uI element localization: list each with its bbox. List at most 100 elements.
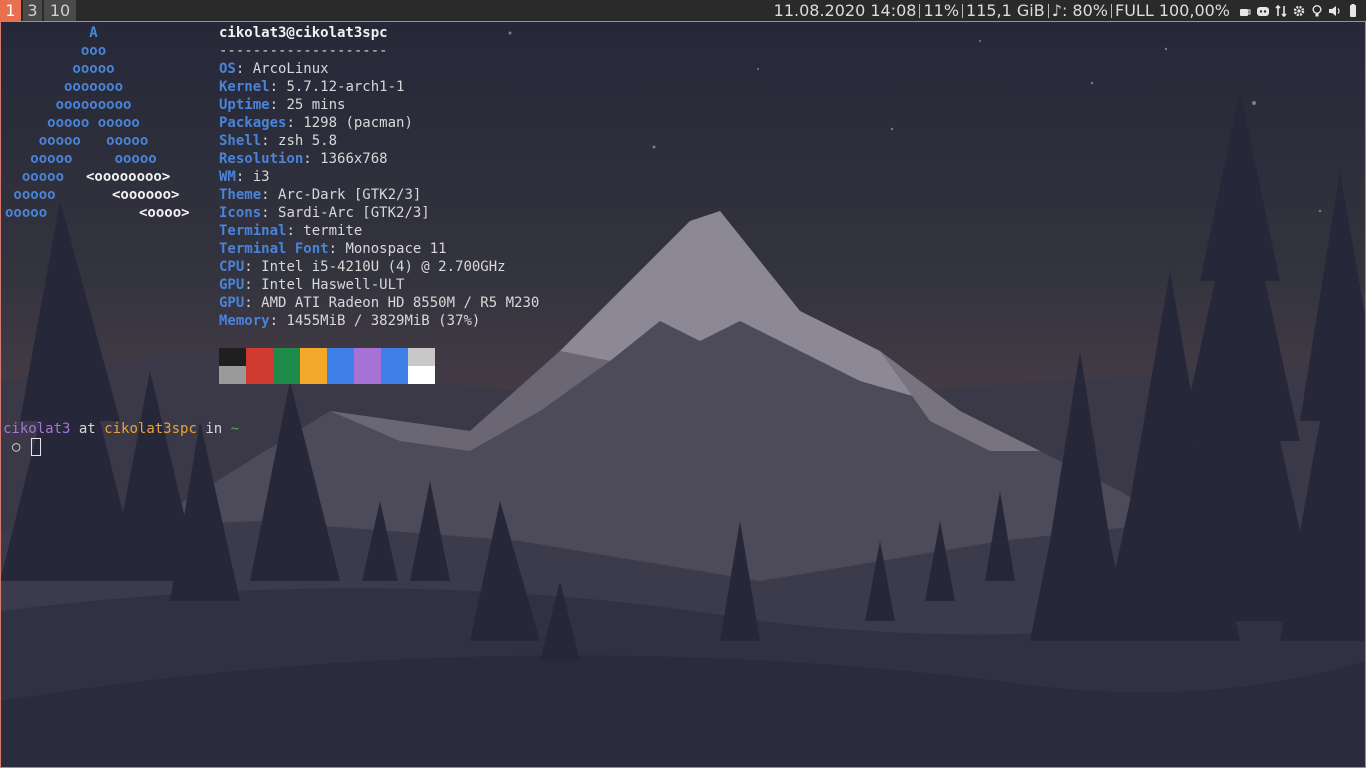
ascii-logo-line: ooooo: [5, 205, 132, 221]
info-key: Memory: [219, 313, 270, 329]
info-value: 5.7.12-arch1-1: [286, 79, 405, 95]
palette-swatch: [327, 366, 354, 384]
info-row-kernel: Kernel: 5.7.12-arch1-1: [219, 79, 405, 95]
info-value: Monospace 11: [345, 241, 447, 257]
info-value: i3: [252, 169, 270, 185]
header-separator: --------------------: [219, 43, 388, 59]
palette-swatch: [381, 366, 408, 384]
datetime-status: 11.08.2020 14:08: [773, 1, 917, 20]
info-value: zsh 5.8: [278, 133, 338, 149]
prompt-at: at: [78, 421, 96, 437]
shell-prompt: cikolat3 at cikolat3spc in ~: [3, 420, 239, 438]
prompt-symbol: ○: [12, 439, 21, 455]
lightbulb-icon[interactable]: [1310, 4, 1324, 18]
battery-icon[interactable]: [1346, 3, 1360, 18]
info-value: 25 mins: [286, 97, 346, 113]
info-row-terminal: Terminal: termite: [219, 223, 363, 239]
status-bar: 11.08.2020 14:08 11% 115,1 GiB ♪: 80% FU…: [774, 0, 1360, 21]
ascii-logo-line: ooooo ooooo: [5, 115, 140, 131]
prompt-in: in: [205, 421, 223, 437]
battery-status: FULL 100,00%: [1114, 1, 1230, 20]
ascii-logo-line: ooo: [5, 43, 107, 59]
disk-status: 115,1 GiB: [966, 1, 1045, 20]
info-value: 1366x768: [320, 151, 388, 167]
info-value: Sardi-Arc [GTK2/3]: [278, 205, 430, 221]
info-row-gpu: GPU: Intel Haswell-ULT: [219, 277, 405, 293]
info-key: Icons: [219, 205, 262, 221]
palette-swatch: [354, 366, 381, 384]
ascii-logo-line: ooooo ooooo: [5, 151, 157, 167]
info-key: WM: [219, 169, 236, 185]
color-palette: [219, 348, 435, 384]
info-row-icons: Icons: Sardi-Arc [GTK2/3]: [219, 205, 430, 221]
workspace-10-button[interactable]: 10: [44, 0, 76, 21]
info-value: ArcoLinux: [252, 61, 329, 77]
palette-swatch: [273, 348, 300, 366]
ascii-logo-accent: <oooo>: [139, 205, 190, 221]
palette-swatch: [381, 348, 408, 366]
ascii-logo-line: ooooo: [5, 61, 115, 77]
info-key: Uptime: [219, 97, 270, 113]
separator: [919, 3, 921, 18]
info-key: CPU: [219, 259, 245, 275]
ascii-logo-accent: <oooooooo>: [86, 169, 171, 185]
info-value: 1455MiB / 3829MiB (37%): [286, 313, 481, 329]
info-row-cpu: CPU: Intel i5-4210U (4) @ 2.700GHz: [219, 259, 506, 275]
info-key: OS: [219, 61, 236, 77]
info-value: AMD ATI Radeon HD 8550M / R5 M230: [261, 295, 540, 311]
palette-swatch: [408, 348, 435, 366]
terminal-cursor[interactable]: [31, 438, 41, 456]
separator: [1110, 3, 1112, 18]
ascii-logo-line: ooooooooo: [5, 97, 132, 113]
discord-icon[interactable]: [1256, 4, 1270, 18]
ascii-logo-line: ooooo: [5, 187, 115, 203]
info-row-wm: WM: i3: [219, 169, 270, 185]
cpu-status: 11%: [923, 1, 960, 20]
info-key: Terminal: [219, 223, 287, 239]
gear-icon[interactable]: [1292, 4, 1306, 18]
info-value: Intel Haswell-ULT: [261, 277, 405, 293]
palette-swatch: [354, 348, 381, 366]
info-value: 1298 (pacman): [303, 115, 413, 131]
ascii-logo-accent: <oooooo>: [112, 187, 180, 203]
info-row-memory: Memory: 1455MiB / 3829MiB (37%): [219, 313, 481, 329]
info-row-gpu: GPU: AMD ATI Radeon HD 8550M / R5 M230: [219, 295, 540, 311]
info-key: Terminal Font: [219, 241, 329, 257]
info-key: Kernel: [219, 79, 270, 95]
info-key: GPU: [219, 295, 245, 311]
prompt-dir: ~: [230, 421, 240, 437]
palette-swatch: [273, 366, 300, 384]
prompt-host: cikolat3spc: [104, 421, 197, 437]
network-transfer-icon[interactable]: [1274, 4, 1288, 18]
workspace-1-button[interactable]: 1: [0, 0, 21, 21]
info-value: termite: [303, 223, 363, 239]
top-bar: 1 3 10 11.08.2020 14:08 11% 115,1 GiB ♪:…: [0, 0, 1366, 21]
palette-swatch: [219, 366, 246, 384]
info-value: Arc-Dark [GTK2/3]: [278, 187, 422, 203]
palette-swatch: [246, 366, 273, 384]
workspace-3-button[interactable]: 3: [23, 0, 42, 21]
info-row-terminal-font: Terminal Font: Monospace 11: [219, 241, 447, 257]
info-key: Resolution: [219, 151, 304, 167]
volume-icon[interactable]: [1328, 4, 1342, 18]
info-key: Packages: [219, 115, 287, 131]
terminal-window[interactable]: A ooo ooooo ooooooo ooooooooo ooooo oooo…: [0, 21, 1366, 768]
info-key: GPU: [219, 277, 245, 293]
palette-swatch: [300, 366, 327, 384]
coffee-icon[interactable]: [1238, 4, 1252, 18]
separator: [962, 3, 964, 18]
info-row-os: OS: ArcoLinux: [219, 61, 329, 77]
ascii-logo-line: A: [5, 25, 98, 41]
volume-status: ♪: 80%: [1051, 1, 1108, 20]
palette-swatch: [408, 366, 435, 384]
info-row-shell: Shell: zsh 5.8: [219, 133, 338, 149]
palette-swatch: [300, 348, 327, 366]
palette-swatch: [327, 348, 354, 366]
info-key: Shell: [219, 133, 262, 149]
ascii-logo-line: ooooo ooooo: [5, 133, 149, 149]
separator: [1047, 3, 1049, 18]
info-row-packages: Packages: 1298 (pacman): [219, 115, 413, 131]
info-row-resolution: Resolution: 1366x768: [219, 151, 388, 167]
ascii-logo-line: ooooo: [5, 169, 81, 185]
user-host-header: cikolat3@cikolat3spc: [219, 25, 388, 41]
